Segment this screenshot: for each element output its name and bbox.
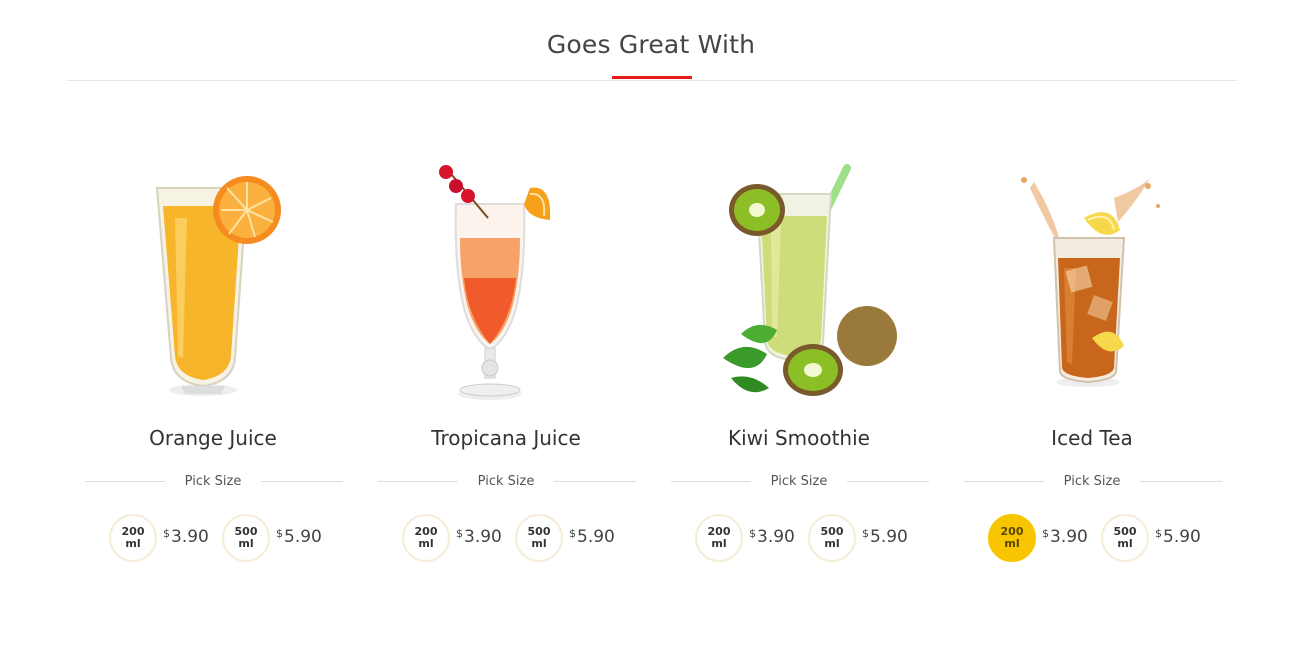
size-unit: ml xyxy=(125,537,141,550)
price-500ml: $5.90 xyxy=(276,527,322,547)
product-card-iced-tea: Iced Tea Pick Size 200 ml $3.90 500 ml $… xyxy=(946,150,1238,590)
pick-size-divider-right xyxy=(261,481,343,482)
size-volume: 200 xyxy=(121,525,145,538)
product-card-kiwi-smoothie: Kiwi Smoothie Pick Size 200 ml $3.90 500… xyxy=(653,150,945,590)
currency-symbol: $ xyxy=(749,527,756,540)
price-200ml: $3.90 xyxy=(456,527,502,547)
size-200ml-button[interactable]: 200 ml xyxy=(402,514,450,562)
currency-symbol: $ xyxy=(1155,527,1162,540)
product-name[interactable]: Iced Tea xyxy=(946,426,1238,450)
title-accent-bar xyxy=(612,76,692,79)
size-unit: ml xyxy=(1004,537,1020,550)
size-unit: ml xyxy=(418,537,434,550)
product-name[interactable]: Kiwi Smoothie xyxy=(653,426,945,450)
size-500ml-button[interactable]: 500 ml xyxy=(515,514,563,562)
size-volume: 500 xyxy=(234,525,258,538)
product-name[interactable]: Orange Juice xyxy=(67,426,359,450)
tropicana-juice-image[interactable] xyxy=(378,158,634,402)
size-200ml-button[interactable]: 200 ml xyxy=(109,514,157,562)
price-200ml: $3.90 xyxy=(1042,527,1088,547)
size-500ml-button[interactable]: 500 ml xyxy=(222,514,270,562)
price-value: 3.90 xyxy=(464,527,502,547)
size-unit: ml xyxy=(238,537,254,550)
title-divider xyxy=(67,80,1237,81)
product-card-tropicana-juice: Tropicana Juice Pick Size 200 ml $3.90 5… xyxy=(360,150,652,590)
price-value: 3.90 xyxy=(1050,527,1088,547)
currency-symbol: $ xyxy=(1042,527,1049,540)
size-200ml-button[interactable]: 200 ml xyxy=(695,514,743,562)
size-unit: ml xyxy=(1117,537,1133,550)
price-value: 3.90 xyxy=(757,527,795,547)
size-volume: 200 xyxy=(707,525,731,538)
iced-tea-image[interactable] xyxy=(964,158,1220,402)
size-unit: ml xyxy=(824,537,840,550)
size-volume: 200 xyxy=(414,525,438,538)
size-unit: ml xyxy=(531,537,547,550)
price-value: 5.90 xyxy=(577,527,615,547)
pick-size-divider-right xyxy=(554,481,636,482)
price-200ml: $3.90 xyxy=(163,527,209,547)
currency-symbol: $ xyxy=(456,527,463,540)
size-500ml-button[interactable]: 500 ml xyxy=(1101,514,1149,562)
size-volume: 500 xyxy=(527,525,551,538)
price-value: 5.90 xyxy=(870,527,908,547)
price-500ml: $5.90 xyxy=(569,527,615,547)
size-unit: ml xyxy=(711,537,727,550)
currency-symbol: $ xyxy=(163,527,170,540)
size-volume: 200 xyxy=(1000,525,1024,538)
product-list: Orange Juice Pick Size 200 ml $3.90 500 … xyxy=(67,150,1237,590)
size-200ml-button-selected[interactable]: 200 ml xyxy=(988,514,1036,562)
product-card-orange-juice: Orange Juice Pick Size 200 ml $3.90 500 … xyxy=(67,150,359,590)
price-200ml: $3.90 xyxy=(749,527,795,547)
price-value: 5.90 xyxy=(284,527,322,547)
currency-symbol: $ xyxy=(569,527,576,540)
section-title: Goes Great With xyxy=(546,30,756,59)
pick-size-divider-right xyxy=(847,481,929,482)
product-name[interactable]: Tropicana Juice xyxy=(360,426,652,450)
kiwi-smoothie-image[interactable] xyxy=(671,158,927,402)
price-500ml: $5.90 xyxy=(1155,527,1201,547)
price-500ml: $5.90 xyxy=(862,527,908,547)
currency-symbol: $ xyxy=(862,527,869,540)
price-value: 3.90 xyxy=(171,527,209,547)
size-500ml-button[interactable]: 500 ml xyxy=(808,514,856,562)
currency-symbol: $ xyxy=(276,527,283,540)
size-volume: 500 xyxy=(820,525,844,538)
price-value: 5.90 xyxy=(1163,527,1201,547)
size-volume: 500 xyxy=(1113,525,1137,538)
pick-size-divider-right xyxy=(1140,481,1222,482)
orange-juice-image[interactable] xyxy=(85,158,341,402)
